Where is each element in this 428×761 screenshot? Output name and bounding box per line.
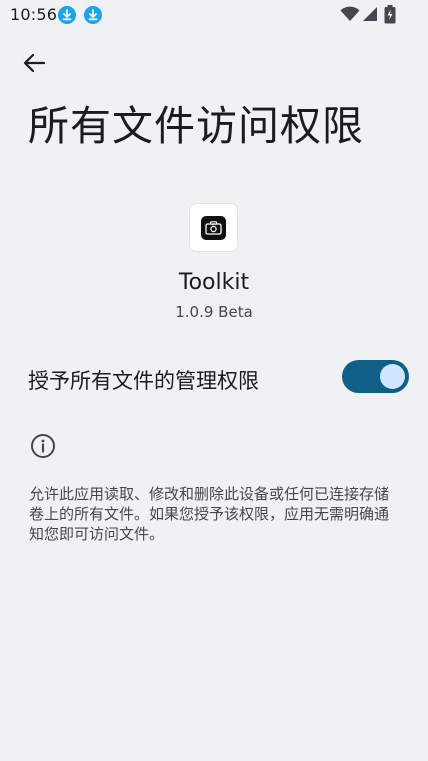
back-button[interactable] [16, 45, 52, 81]
battery-charging-icon [384, 5, 396, 28]
permission-toggle-row[interactable]: 授予所有文件的管理权限 [0, 355, 428, 399]
app-icon [190, 204, 237, 251]
app-name: Toolkit [178, 270, 250, 295]
toolkit-logo-icon [201, 216, 226, 240]
info-icon [30, 433, 56, 463]
screen: 10:56 所有文件访问权限 Toolkit 1.0.9 Beta 授予所有文件… [0, 0, 428, 761]
cell-signal-icon [362, 6, 378, 26]
app-version: 1.0.9 Beta [175, 303, 253, 321]
status-bar: 10:56 [0, 0, 428, 30]
permission-description: 允许此应用读取、修改和删除此设备或任何已连接存储卷上的所有文件。如果您授予该权限… [29, 485, 390, 543]
arrow-left-icon [23, 53, 45, 73]
download-notification-icon [58, 6, 76, 24]
permission-switch[interactable] [342, 360, 409, 393]
permission-label: 授予所有文件的管理权限 [28, 369, 259, 393]
wifi-icon [340, 6, 360, 26]
status-time: 10:56 [10, 5, 58, 24]
switch-thumb [380, 364, 405, 389]
page-title: 所有文件访问权限 [28, 102, 364, 150]
download-notification-icon [84, 6, 102, 24]
